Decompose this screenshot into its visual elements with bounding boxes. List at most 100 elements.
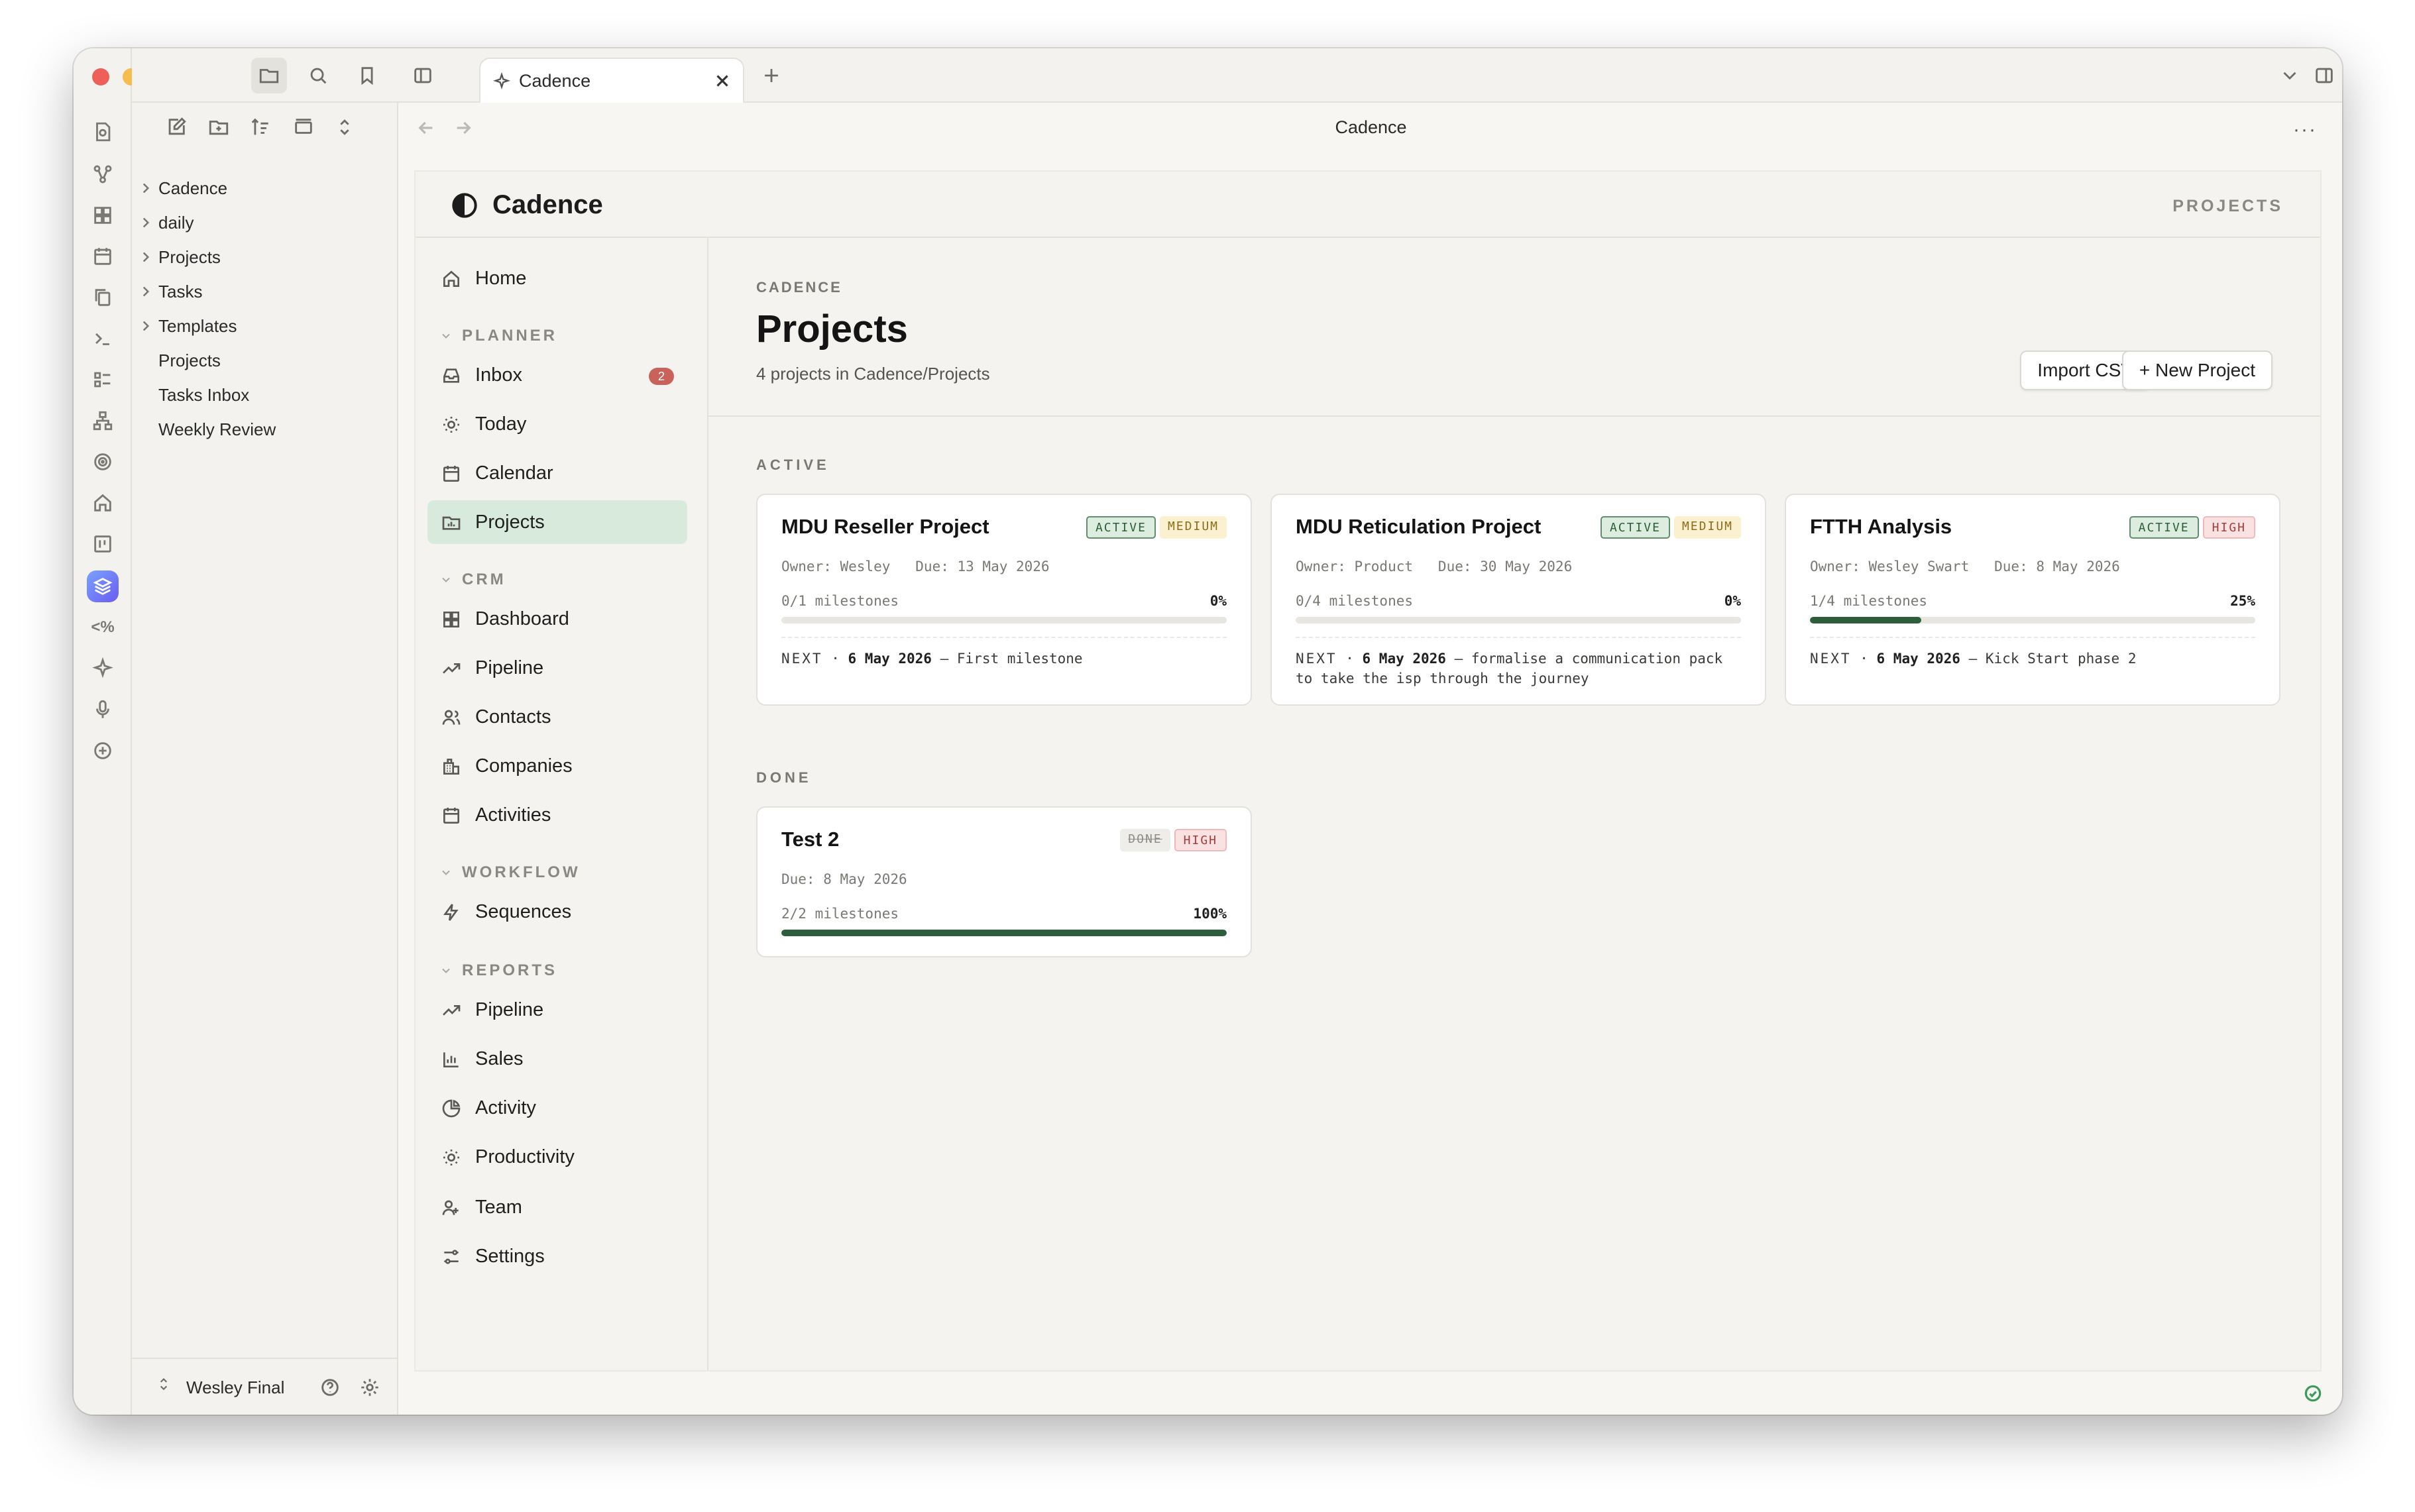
app-window: <% Cadence Cadence daily Projects Tasks …: [74, 48, 2342, 1415]
chevron-right-icon: [137, 248, 154, 266]
project-meta: Owner: Product Due: 30 May 2026: [1296, 559, 1573, 574]
hierarchy-icon[interactable]: [87, 405, 119, 437]
microphone-icon[interactable]: [87, 694, 119, 726]
nav-projects[interactable]: Projects: [427, 500, 687, 544]
project-meta: Owner: Wesley Swart Due: 8 May 2026: [1810, 559, 2120, 574]
target-icon[interactable]: [87, 446, 119, 478]
vault-switch-icon[interactable]: [152, 1372, 176, 1396]
folder-icon[interactable]: [251, 58, 287, 93]
cadence-app: Cadence PROJECTS Home PLANNER Inbox 2 To…: [414, 170, 2322, 1372]
help-icon[interactable]: [315, 1372, 345, 1403]
progress-percent: 0%: [1724, 593, 1741, 609]
section-done: DONE: [756, 769, 812, 786]
project-title: MDU Reseller Project: [781, 515, 989, 538]
project-card[interactable]: FTTH Analysis ACTIVE HIGH Owner: Wesley …: [1785, 494, 2280, 706]
nav-home[interactable]: Home: [427, 256, 687, 300]
nav-inbox[interactable]: Inbox 2: [427, 353, 687, 397]
inbox-icon: [441, 365, 462, 386]
calendar-icon: [441, 805, 462, 826]
project-card[interactable]: Test 2 DONE HIGH Due: 8 May 2026 2/2 mil…: [756, 806, 1252, 957]
milestone-count: 1/4 milestones: [1810, 593, 1928, 609]
nav-productivity[interactable]: Productivity: [427, 1135, 687, 1179]
divider: [708, 415, 2320, 417]
calendar-icon[interactable]: [87, 241, 119, 272]
tab-label: Cadence: [519, 71, 591, 91]
pane-title: Cadence: [1335, 117, 1407, 137]
calendar-icon: [441, 463, 462, 484]
nav-contacts[interactable]: Contacts: [427, 695, 687, 739]
nav-pipeline[interactable]: Pipeline: [427, 646, 687, 690]
graph-view-icon[interactable]: [87, 158, 119, 190]
checklist-icon[interactable]: [87, 364, 119, 396]
nav-today[interactable]: Today: [427, 402, 687, 446]
chevron-right-icon: [137, 214, 154, 231]
gear-icon[interactable]: [355, 1372, 385, 1403]
sparkle-icon[interactable]: [87, 653, 119, 684]
chevron-right-icon: [137, 283, 154, 300]
new-note-icon[interactable]: [161, 112, 192, 142]
nav-calendar[interactable]: Calendar: [427, 451, 687, 495]
code-percent-icon[interactable]: <%: [87, 612, 119, 643]
canvas-icon[interactable]: [87, 199, 119, 231]
status-badge: ACTIVE: [1086, 516, 1156, 539]
trend-icon: [441, 1000, 462, 1021]
expand-collapse-icon[interactable]: [329, 112, 360, 142]
progress-fill: [1810, 617, 1921, 623]
add-circle-icon[interactable]: [87, 735, 119, 767]
nav-section-planner[interactable]: PLANNER: [439, 327, 557, 345]
brand: Cadence: [451, 190, 603, 220]
nav-settings[interactable]: Settings: [427, 1234, 687, 1278]
chevron-down-icon[interactable]: [2272, 58, 2308, 93]
sun-icon: [441, 1147, 462, 1168]
folder-chart-icon: [441, 512, 462, 533]
tab-cadence[interactable]: Cadence: [479, 58, 744, 103]
sort-icon[interactable]: [245, 112, 275, 142]
nav-dashboard[interactable]: Dashboard: [427, 597, 687, 641]
vault-switcher-bar: Wesley Final: [132, 1358, 397, 1415]
sync-status-icon[interactable]: [2298, 1379, 2328, 1408]
search-icon[interactable]: [300, 58, 336, 93]
progress-percent: 25%: [2230, 593, 2255, 609]
layers-icon[interactable]: [87, 570, 119, 602]
nav-activities[interactable]: Activities: [427, 793, 687, 837]
project-card[interactable]: MDU Reticulation Project ACTIVE MEDIUM O…: [1270, 494, 1766, 706]
nav-section-crm[interactable]: CRM: [439, 570, 506, 589]
sidebar-toggle-icon[interactable]: [405, 58, 441, 93]
nav-section-workflow[interactable]: WORKFLOW: [439, 863, 581, 882]
nav-team[interactable]: Team: [427, 1185, 687, 1229]
project-meta: Due: 8 May 2026: [781, 871, 907, 887]
home-icon: [441, 268, 462, 290]
nav-sales[interactable]: Sales: [427, 1037, 687, 1081]
right-sidebar-toggle-icon[interactable]: [2306, 58, 2342, 93]
terminal-icon[interactable]: [87, 323, 119, 354]
user-group-icon: [441, 1197, 462, 1218]
progress-fill: [781, 930, 1227, 936]
nav-section-reports[interactable]: REPORTS: [439, 961, 557, 980]
new-project-button[interactable]: + New Project: [2121, 351, 2273, 390]
project-card[interactable]: MDU Reseller Project ACTIVE MEDIUM Owner…: [756, 494, 1252, 706]
section-active: ACTIVE: [756, 457, 830, 473]
kanban-icon[interactable]: [87, 528, 119, 560]
copy-icon[interactable]: [87, 282, 119, 313]
nav-report-pipeline[interactable]: Pipeline: [427, 988, 687, 1032]
collapse-icon[interactable]: [288, 112, 319, 142]
nav-companies[interactable]: Companies: [427, 744, 687, 788]
more-options-icon[interactable]: ···: [2293, 119, 2317, 141]
vault-name[interactable]: Wesley Final: [186, 1377, 284, 1398]
home-icon[interactable]: [87, 487, 119, 519]
chevron-down-icon: [442, 968, 450, 973]
sparkle-icon: [492, 72, 511, 91]
open-file-icon[interactable]: [87, 116, 119, 148]
chevron-right-icon: [137, 317, 154, 335]
next-milestone: NEXT · 6 May 2026 — formalise a communic…: [1296, 651, 1723, 686]
bookmark-icon[interactable]: [349, 58, 385, 93]
project-title: FTTH Analysis: [1810, 515, 1952, 538]
close-icon[interactable]: [712, 71, 732, 91]
close-window-button[interactable]: [92, 68, 109, 85]
half-circle-logo-icon: [452, 192, 477, 218]
new-folder-icon[interactable]: [203, 112, 234, 142]
new-tab-icon[interactable]: [754, 58, 789, 93]
pie-chart-icon: [441, 1098, 462, 1119]
nav-activity[interactable]: Activity: [427, 1086, 687, 1130]
nav-sequences[interactable]: Sequences: [427, 890, 687, 934]
